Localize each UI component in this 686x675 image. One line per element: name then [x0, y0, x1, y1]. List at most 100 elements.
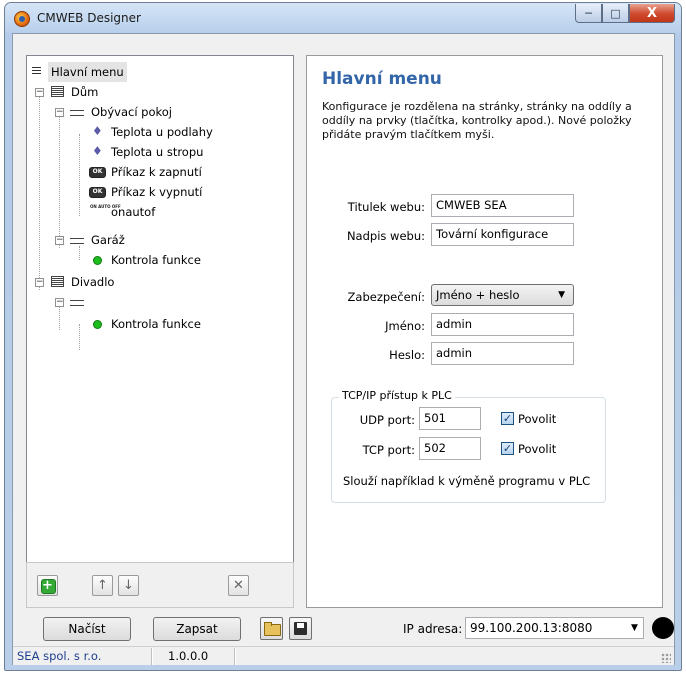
tree-connector	[39, 94, 40, 290]
tree-item-label: Kontrola funkce	[111, 317, 201, 331]
jmeno-label: Jméno:	[385, 319, 425, 333]
section-icon	[69, 233, 85, 247]
collapse-icon[interactable]: −	[55, 236, 64, 245]
tree-item-label: Obývací pokoj	[91, 105, 172, 119]
tree-item-divadlo[interactable]: Divadlo	[49, 272, 117, 292]
udp-enable-label: Povolit	[518, 412, 557, 426]
tree-item-section-unnamed[interactable]	[69, 292, 88, 312]
tree-item-prikaz-vypnuti[interactable]: Příkaz k vypnutí	[89, 182, 205, 202]
tree-item-label: Příkaz k zapnutí	[111, 165, 202, 179]
tree-item-label: Hlavní menu	[48, 62, 127, 82]
ok-button-icon	[89, 165, 106, 179]
username-input[interactable]: admin	[431, 313, 574, 336]
tcp-group-title: TCP/IP přístup k PLC	[339, 389, 455, 402]
tree-item-hlavni-menu[interactable]: Hlavní menu	[29, 62, 127, 82]
window-title: CMWEB Designer	[37, 11, 141, 25]
udp-port-input[interactable]: 501	[419, 407, 481, 430]
tree-item-label: Divadlo	[71, 275, 115, 289]
menu-icon	[29, 65, 45, 79]
page-title: Hlavní menu	[322, 69, 442, 89]
dropdown-arrow-icon[interactable]: ▼	[626, 618, 643, 638]
connection-status-indicator	[652, 617, 674, 639]
tree-connector	[79, 134, 80, 216]
delete-item-button[interactable]: ✕	[228, 575, 249, 596]
tree-item-prikaz-zapnuti[interactable]: Příkaz k zapnutí	[89, 162, 205, 182]
tree-item-dum[interactable]: Dům	[49, 82, 101, 102]
security-select[interactable]: Jméno + heslo ▼	[431, 284, 574, 306]
resize-grip-icon[interactable]	[661, 653, 671, 663]
temperature-sensor-icon	[89, 141, 105, 161]
tree-connector	[59, 304, 60, 330]
tcp-port-input[interactable]: 502	[419, 437, 481, 460]
heslo-label: Heslo:	[389, 348, 425, 362]
tree-item-kontrola-funkce[interactable]: Kontrola funkce	[89, 314, 204, 334]
tree-item-teplota-podlahy[interactable]: Teplota u podlahy	[89, 121, 216, 142]
section-icon	[69, 105, 85, 119]
add-item-button[interactable]: +	[37, 575, 58, 596]
collapse-icon[interactable]: −	[35, 88, 44, 97]
move-up-button[interactable]: ↑	[92, 575, 113, 596]
client-area: Hlavní menu − Dům − Obývací pokoj Teplot…	[12, 33, 675, 665]
tree-connector	[79, 324, 80, 350]
tree-item-teplota-stropu[interactable]: Teplota u stropu	[89, 141, 206, 162]
version-number: 1.0.0.0	[168, 649, 209, 663]
tree-item-label: Garáž	[91, 233, 125, 247]
tcp-label: TCP port:	[362, 443, 415, 457]
tree-item-label: Příkaz k vypnutí	[111, 185, 203, 199]
tree-item-label: Teplota u podlahy	[111, 125, 213, 139]
load-button[interactable]: Načíst	[43, 617, 131, 641]
save-disk-icon[interactable]	[289, 617, 312, 640]
password-input[interactable]: admin	[431, 342, 574, 365]
collapse-icon[interactable]: −	[35, 278, 44, 287]
on-auto-off-icon	[89, 205, 105, 219]
properties-panel: Hlavní menu Konfigurace je rozdělena na …	[306, 55, 663, 608]
caption-buttons: ─ □ X	[575, 4, 675, 24]
tree-toolbar: + ↑ ↓ ✕	[26, 562, 294, 608]
company-name: SEA spol. s r.o.	[17, 649, 102, 663]
move-down-button[interactable]: ↓	[118, 575, 139, 596]
tcp-enable-label: Povolit	[518, 442, 557, 456]
tree-item-label: Dům	[71, 85, 99, 99]
tree-item-label: Teplota u stropu	[111, 145, 204, 159]
status-bar: SEA spol. s r.o. 1.0.0.0	[13, 646, 674, 665]
tree-item-kontrola-funkce[interactable]: Kontrola funkce	[89, 250, 204, 270]
status-separator	[234, 648, 236, 665]
tcp-note: Slouží například k výměně programu v PLC	[343, 474, 591, 488]
tree-item-garaz[interactable]: Garáž	[69, 230, 128, 250]
indicator-lamp-icon	[89, 253, 105, 267]
udp-enable-checkbox[interactable]: ✓	[501, 412, 514, 425]
nadpis-label: Nadpis webu:	[346, 229, 425, 243]
title-bar[interactable]: CMWEB Designer ─ □ X	[5, 3, 681, 33]
collapse-icon[interactable]: −	[55, 298, 64, 307]
page-icon	[49, 275, 65, 289]
tree-item-obyvaci-pokoj[interactable]: Obývací pokoj	[69, 102, 175, 122]
write-button[interactable]: Zapsat	[153, 617, 241, 641]
temperature-sensor-icon	[89, 121, 105, 141]
page-icon	[49, 85, 65, 99]
udp-label: UDP port:	[359, 413, 415, 427]
open-folder-icon[interactable]	[260, 617, 283, 640]
section-icon	[69, 295, 85, 309]
close-button[interactable]: X	[629, 4, 675, 23]
ok-button-icon	[89, 185, 106, 199]
app-logo-icon	[14, 11, 30, 27]
ip-address-combo[interactable]: 99.100.200.13:8080 ▼	[465, 617, 644, 639]
status-separator	[151, 648, 153, 665]
tcp-enable-checkbox[interactable]: ✓	[501, 442, 514, 455]
security-select-value: Jméno + heslo	[436, 288, 520, 302]
zabezpeceni-label: Zabezpečení:	[347, 290, 425, 304]
tree-item-onautof[interactable]: onautof	[89, 202, 158, 222]
titulek-label: Titulek webu:	[347, 200, 425, 214]
maximize-button[interactable]: □	[602, 4, 629, 23]
ip-address-value: 99.100.200.13:8080	[470, 621, 593, 635]
tree-view[interactable]: Hlavní menu − Dům − Obývací pokoj Teplot…	[26, 55, 294, 585]
collapse-icon[interactable]: −	[55, 108, 64, 117]
plus-icon: +	[42, 578, 53, 593]
minimize-button[interactable]: ─	[575, 4, 602, 23]
nadpis-input[interactable]: Tovární konfigurace	[431, 223, 574, 246]
titulek-input[interactable]: CMWEB SEA	[431, 194, 574, 217]
tree-connector	[59, 114, 60, 248]
app-window: CMWEB Designer ─ □ X Hlavní menu − Dům −…	[4, 2, 682, 671]
dropdown-arrow-icon: ▼	[558, 290, 565, 300]
ip-label: IP adresa:	[403, 622, 463, 636]
